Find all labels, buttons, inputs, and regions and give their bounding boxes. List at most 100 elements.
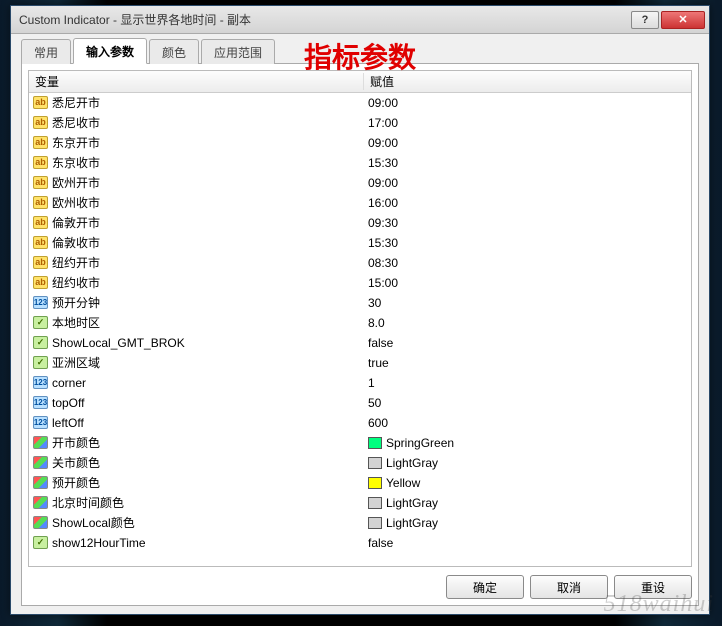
param-row[interactable]: ab纽约开市08:30 bbox=[29, 253, 691, 273]
param-name-cell: ab倫敦开市 bbox=[29, 214, 364, 231]
header-value[interactable]: 赋值 bbox=[364, 73, 691, 90]
param-value-cell[interactable]: LightGray bbox=[364, 496, 691, 510]
param-value: 1 bbox=[368, 376, 375, 390]
param-name-cell: ab东京开市 bbox=[29, 134, 364, 151]
tab-inputs[interactable]: 输入参数 bbox=[73, 38, 147, 64]
param-value-cell[interactable]: false bbox=[364, 336, 691, 350]
param-value-cell[interactable]: 15:30 bbox=[364, 156, 691, 170]
param-name: leftOff bbox=[52, 416, 84, 430]
param-name-cell: ✓本地时区 bbox=[29, 314, 364, 331]
titlebar[interactable]: Custom Indicator - 显示世界各地时间 - 副本 ? ✕ bbox=[11, 6, 709, 34]
param-row[interactable]: ab纽约收市15:00 bbox=[29, 273, 691, 293]
param-value-cell[interactable]: 1 bbox=[364, 376, 691, 390]
param-value-cell[interactable]: 17:00 bbox=[364, 116, 691, 130]
param-value: 600 bbox=[368, 416, 388, 430]
param-row[interactable]: ab倫敦开市09:30 bbox=[29, 213, 691, 233]
param-row[interactable]: ab倫敦收市15:30 bbox=[29, 233, 691, 253]
integer-icon: 123 bbox=[33, 376, 48, 389]
param-value-cell[interactable]: 600 bbox=[364, 416, 691, 430]
cancel-button[interactable]: 取消 bbox=[530, 575, 608, 599]
param-value-cell[interactable]: Yellow bbox=[364, 476, 691, 490]
param-name: 欧州开市 bbox=[52, 174, 100, 191]
param-value-cell[interactable]: 30 bbox=[364, 296, 691, 310]
param-row[interactable]: ✓show12HourTimefalse bbox=[29, 533, 691, 553]
param-name-cell: ShowLocal颜色 bbox=[29, 514, 364, 531]
param-value: 09:00 bbox=[368, 176, 398, 190]
param-row[interactable]: 123预开分钟30 bbox=[29, 293, 691, 313]
param-name-cell: ab悉尼收市 bbox=[29, 114, 364, 131]
string-icon: ab bbox=[33, 236, 48, 249]
param-name-cell: 123topOff bbox=[29, 396, 364, 410]
param-row[interactable]: 关市颜色LightGray bbox=[29, 453, 691, 473]
param-row[interactable]: ab悉尼开市09:00 bbox=[29, 93, 691, 113]
param-name: 纽约开市 bbox=[52, 254, 100, 271]
param-value-cell[interactable]: 09:00 bbox=[364, 96, 691, 110]
tab-colors[interactable]: 颜色 bbox=[149, 39, 199, 64]
param-value-cell[interactable]: LightGray bbox=[364, 516, 691, 530]
param-value-cell[interactable]: LightGray bbox=[364, 456, 691, 470]
param-name: ShowLocal_GMT_BROK bbox=[52, 336, 185, 350]
param-value-cell[interactable]: 15:00 bbox=[364, 276, 691, 290]
param-row[interactable]: ab欧州收市 16:00 bbox=[29, 193, 691, 213]
param-value-cell[interactable]: 09:00 bbox=[364, 136, 691, 150]
param-name: topOff bbox=[52, 396, 84, 410]
param-value: 50 bbox=[368, 396, 381, 410]
content-area: 指标参数 常用 输入参数 颜色 应用范围 变量 赋值 ab悉尼开市09:00ab… bbox=[11, 34, 709, 614]
tab-panel: 变量 赋值 ab悉尼开市09:00ab悉尼收市17:00ab东京开市09:00a… bbox=[21, 64, 699, 606]
param-row[interactable]: 123topOff 50 bbox=[29, 393, 691, 413]
tab-visualization[interactable]: 应用范围 bbox=[201, 39, 275, 64]
tab-common[interactable]: 常用 bbox=[21, 39, 71, 64]
param-row[interactable]: ab东京开市09:00 bbox=[29, 133, 691, 153]
param-name: 亚洲区域 bbox=[52, 354, 100, 371]
param-name: ShowLocal颜色 bbox=[52, 514, 135, 531]
color-swatch bbox=[368, 457, 382, 469]
param-value-cell[interactable]: 09:00 bbox=[364, 176, 691, 190]
param-value-cell[interactable]: true bbox=[364, 356, 691, 370]
param-name-cell: 123leftOff bbox=[29, 416, 364, 430]
param-row[interactable]: ab悉尼收市17:00 bbox=[29, 113, 691, 133]
param-row[interactable]: 123 corner 1 bbox=[29, 373, 691, 393]
param-row[interactable]: ✓本地时区 8.0 bbox=[29, 313, 691, 333]
color-icon bbox=[33, 516, 48, 529]
param-name: corner bbox=[52, 376, 86, 390]
ok-button[interactable]: 确定 bbox=[446, 575, 524, 599]
param-row[interactable]: ab东京收市15:30 bbox=[29, 153, 691, 173]
param-name: 东京开市 bbox=[52, 134, 100, 151]
param-name-cell: ab倫敦收市 bbox=[29, 234, 364, 251]
close-button[interactable]: ✕ bbox=[661, 11, 705, 29]
param-name-cell: ab悉尼开市 bbox=[29, 94, 364, 111]
help-button[interactable]: ? bbox=[631, 11, 659, 29]
param-row[interactable]: ✓ShowLocal_GMT_BROKfalse bbox=[29, 333, 691, 353]
dialog-window: Custom Indicator - 显示世界各地时间 - 副本 ? ✕ 指标参… bbox=[10, 5, 710, 615]
param-value-cell[interactable]: 08:30 bbox=[364, 256, 691, 270]
param-row[interactable]: ShowLocal颜色 LightGray bbox=[29, 513, 691, 533]
string-icon: ab bbox=[33, 216, 48, 229]
param-row[interactable]: 开市颜色SpringGreen bbox=[29, 433, 691, 453]
param-row[interactable]: 123leftOff 600 bbox=[29, 413, 691, 433]
header-variable[interactable]: 变量 bbox=[29, 73, 364, 90]
param-value-cell[interactable]: SpringGreen bbox=[364, 436, 691, 450]
param-row[interactable]: ab 欧州开市 09:00 bbox=[29, 173, 691, 193]
param-name: 悉尼开市 bbox=[52, 94, 100, 111]
param-value-cell[interactable]: 15:30 bbox=[364, 236, 691, 250]
string-icon: ab bbox=[33, 176, 48, 189]
param-value-cell[interactable]: 8.0 bbox=[364, 316, 691, 330]
param-row[interactable]: 预开颜色Yellow bbox=[29, 473, 691, 493]
param-value-cell[interactable]: 50 bbox=[364, 396, 691, 410]
param-value-cell[interactable]: 09:30 bbox=[364, 216, 691, 230]
param-list[interactable]: 变量 赋值 ab悉尼开市09:00ab悉尼收市17:00ab东京开市09:00a… bbox=[28, 70, 692, 567]
param-name: 本地时区 bbox=[52, 314, 100, 331]
param-name: 悉尼收市 bbox=[52, 114, 100, 131]
param-name-cell: ab欧州收市 bbox=[29, 194, 364, 211]
window-title: Custom Indicator - 显示世界各地时间 - 副本 bbox=[19, 11, 631, 28]
param-row[interactable]: ✓亚洲区域true bbox=[29, 353, 691, 373]
param-row[interactable]: 北京时间颜色LightGray bbox=[29, 493, 691, 513]
param-value-cell[interactable]: false bbox=[364, 536, 691, 550]
param-name-cell: 北京时间颜色 bbox=[29, 494, 364, 511]
reset-button[interactable]: 重设 bbox=[614, 575, 692, 599]
param-name-cell: ✓ShowLocal_GMT_BROK bbox=[29, 336, 364, 350]
integer-icon: 123 bbox=[33, 296, 48, 309]
param-value: 16:00 bbox=[368, 196, 398, 210]
param-value-cell[interactable]: 16:00 bbox=[364, 196, 691, 210]
param-value: 8.0 bbox=[368, 316, 385, 330]
